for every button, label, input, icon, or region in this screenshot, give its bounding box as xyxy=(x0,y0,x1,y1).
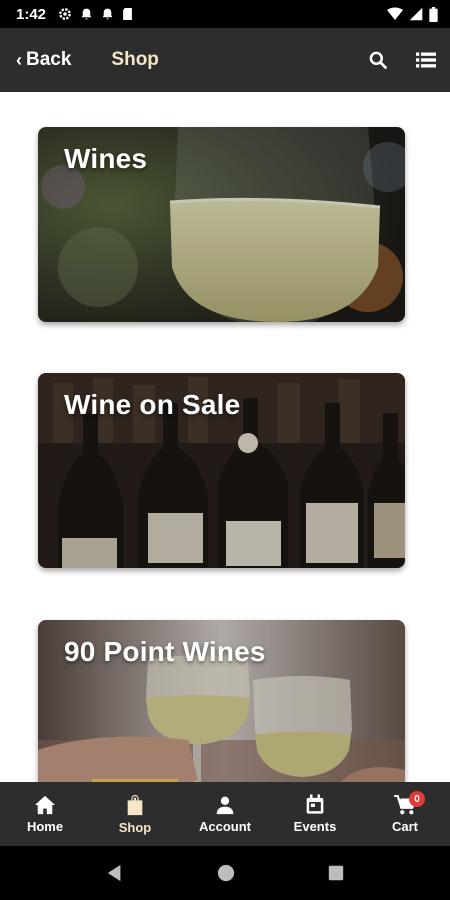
status-bar: 1:42 xyxy=(0,0,450,28)
nav-home[interactable]: Home xyxy=(0,782,90,846)
app-bar: ‹ Back Shop xyxy=(0,28,450,92)
back-triangle-icon[interactable] xyxy=(106,864,124,882)
nav-account-label: Account xyxy=(199,818,251,834)
cart-count-badge: 0 xyxy=(409,791,425,807)
status-notification-icons xyxy=(58,7,133,21)
sd-card-icon xyxy=(123,7,132,21)
bell-icon xyxy=(102,8,113,20)
nav-cart[interactable]: 0 Cart xyxy=(360,782,450,846)
category-title: Wines xyxy=(64,143,148,174)
category-card-90-point-wines[interactable]: 90 Point Wines xyxy=(38,620,405,782)
calendar-icon xyxy=(306,794,324,814)
bell-icon xyxy=(81,8,92,20)
nav-cart-label: Cart xyxy=(391,818,418,834)
recents-square-icon[interactable] xyxy=(328,865,344,881)
nav-shop-label: Shop xyxy=(118,819,152,835)
status-system-icons xyxy=(387,6,438,22)
page-title: Shop xyxy=(111,49,159,70)
category-list: Wines Wine on Sale 90 Point Wines xyxy=(0,92,450,782)
system-navigation-bar xyxy=(0,846,450,900)
battery-icon xyxy=(429,6,438,22)
wifi-icon xyxy=(387,7,403,20)
shopping-bag-icon xyxy=(127,794,143,815)
category-title: 90 Point Wines xyxy=(64,636,266,667)
home-icon xyxy=(35,795,55,814)
bottom-navigation: Home Shop Account Events 0 Cart xyxy=(0,779,450,846)
home-circle-icon[interactable] xyxy=(217,864,235,882)
category-title: Wine on Sale xyxy=(64,389,241,420)
back-label: Back xyxy=(26,49,72,70)
person-icon xyxy=(216,796,234,814)
chevron-left-icon: ‹ xyxy=(16,49,22,70)
category-card-wine-on-sale[interactable]: Wine on Sale xyxy=(38,373,405,568)
nav-events-label: Events xyxy=(293,819,337,834)
list-view-icon[interactable] xyxy=(416,51,436,69)
settings-gear-icon xyxy=(59,8,71,20)
search-icon[interactable] xyxy=(368,50,388,70)
signal-icon xyxy=(409,7,423,21)
nav-account[interactable]: Account xyxy=(180,782,270,846)
category-card-wines[interactable]: Wines xyxy=(38,127,405,322)
nav-home-label: Home xyxy=(26,818,64,834)
nav-events[interactable]: Events xyxy=(270,782,360,846)
nav-shop[interactable]: Shop xyxy=(90,782,180,846)
back-button[interactable]: ‹ Back xyxy=(16,49,71,71)
status-time: 1:42 xyxy=(16,5,47,23)
